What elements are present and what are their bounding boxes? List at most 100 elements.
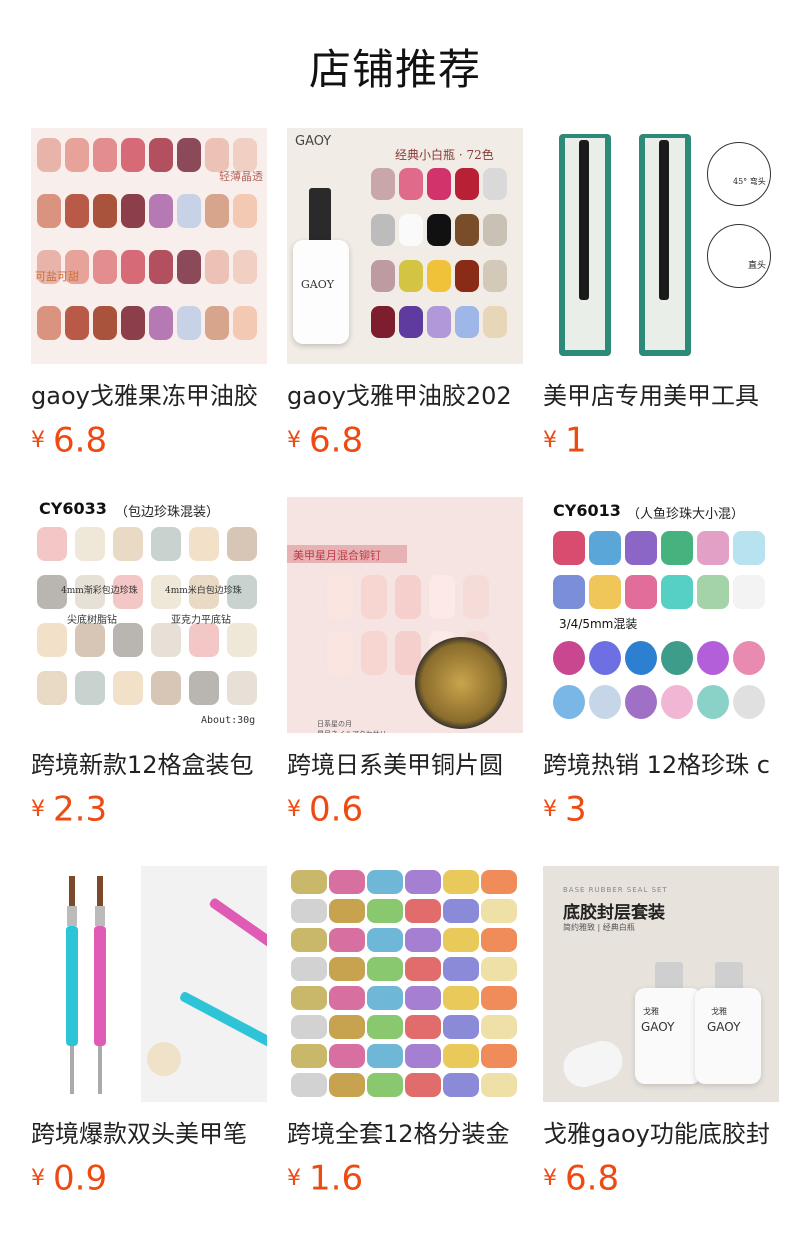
image-swatch: [189, 527, 219, 561]
image-swatch: [361, 631, 387, 675]
image-swatch: [367, 928, 403, 952]
image-swatch: [93, 250, 117, 284]
image-swatch: [483, 214, 507, 246]
image-swatch: [189, 671, 219, 705]
product-image[interactable]: CY6033 （包边珍珠混装） 4mm渐彩包边珍珠 4mm米白包边珍珠 尖底树脂…: [31, 497, 267, 733]
image-swatch: [329, 870, 365, 894]
image-swatch: [405, 899, 441, 923]
image-swatch: [481, 1073, 517, 1097]
image-swatch: [455, 214, 479, 246]
product-card[interactable]: 跨境爆款双头美甲笔 ¥0.9: [31, 866, 267, 1199]
image-swatch: [121, 194, 145, 228]
image-swatch: [405, 957, 441, 981]
image-swatch: [399, 168, 423, 200]
image-swatch: [481, 928, 517, 952]
image-swatch: [405, 870, 441, 894]
image-swatch: [37, 138, 61, 172]
image-swatch: [291, 986, 327, 1010]
image-swatch: [149, 138, 173, 172]
image-swatch: [37, 306, 61, 340]
product-image[interactable]: [287, 866, 523, 1102]
image-swatch: [37, 671, 67, 705]
image-swatch: [589, 531, 621, 565]
image-swatch: [205, 250, 229, 284]
product-card[interactable]: 45° 弯头 直头 美甲店专用美甲工具 ¥1: [543, 128, 779, 461]
image-swatch: [121, 250, 145, 284]
product-card[interactable]: 轻薄晶透 可盐可甜 gaoy戈雅果冻甲油胶 ¥6.8: [31, 128, 267, 461]
product-card[interactable]: CY6033 （包边珍珠混装） 4mm渐彩包边珍珠 4mm米白包边珍珠 尖底树脂…: [31, 497, 267, 830]
image-swatch: [329, 957, 365, 981]
product-card[interactable]: 美甲星月混合铆钉 日系星の月 星月ネイルアクセサリー 跨境日系美甲铜片圆 ¥0.…: [287, 497, 523, 830]
image-swatch: [371, 168, 395, 200]
product-image[interactable]: CY6013 （人鱼珍珠大小混） 3/4/5mm混装: [543, 497, 779, 733]
image-swatch: [327, 575, 353, 619]
product-card[interactable]: CY6013 （人鱼珍珠大小混） 3/4/5mm混装 跨境热销 12格珍珠 c …: [543, 497, 779, 830]
image-swatch: [443, 928, 479, 952]
image-swatch: [75, 527, 105, 561]
product-card[interactable]: GAOY 经典小白瓶 · 72色 GAOY gaoy戈雅甲油胶202 ¥6.8: [287, 128, 523, 461]
bottle-brand: GAOY: [641, 1020, 675, 1034]
image-label: 4mm渐彩包边珍珠: [61, 586, 138, 596]
image-swatch: [455, 306, 479, 338]
image-swatch: [405, 1073, 441, 1097]
product-name[interactable]: gaoy戈雅果冻甲油胶: [31, 382, 267, 410]
image-swatch: [589, 575, 621, 609]
image-swatch: [75, 671, 105, 705]
image-swatch: [291, 1015, 327, 1039]
image-swatch: [625, 575, 657, 609]
image-swatch: [329, 899, 365, 923]
image-swatch: [427, 260, 451, 292]
image-swatch: [329, 1073, 365, 1097]
product-name[interactable]: 跨境爆款双头美甲笔: [31, 1120, 267, 1148]
image-swatch: [329, 928, 365, 952]
product-name[interactable]: 跨境新款12格盒装包: [31, 751, 267, 779]
image-swatch: [367, 957, 403, 981]
image-label-bend: 45° 弯头: [733, 177, 766, 186]
image-swatch: [405, 986, 441, 1010]
image-swatch: [455, 260, 479, 292]
image-swatch: [427, 214, 451, 246]
image-swatch: [553, 641, 585, 675]
image-swatch: [371, 306, 395, 338]
image-swatch: [327, 631, 353, 675]
image-swatch: [553, 531, 585, 565]
product-name[interactable]: 跨境全套12格分装金: [287, 1120, 523, 1148]
image-swatch: [149, 194, 173, 228]
image-label-straight: 直头: [748, 261, 767, 271]
image-swatch: [367, 1073, 403, 1097]
product-image[interactable]: BASE RUBBER SEAL SET 底胶封层套装 简约雅致 | 经典白瓶 …: [543, 866, 779, 1102]
product-image[interactable]: 45° 弯头 直头: [543, 128, 779, 364]
product-card[interactable]: BASE RUBBER SEAL SET 底胶封层套装 简约雅致 | 经典白瓶 …: [543, 866, 779, 1199]
image-swatch: [371, 260, 395, 292]
product-name[interactable]: 美甲店专用美甲工具: [543, 382, 779, 410]
image-swatch: [429, 575, 455, 619]
image-swatch: [589, 641, 621, 675]
image-swatch: [661, 531, 693, 565]
image-swatch: [227, 671, 257, 705]
product-card[interactable]: 跨境全套12格分装金 ¥1.6: [287, 866, 523, 1199]
image-swatch: [463, 575, 489, 619]
image-swatch: [443, 899, 479, 923]
image-swatch: [733, 641, 765, 675]
image-swatch: [121, 306, 145, 340]
image-swatch: [553, 685, 585, 719]
image-swatch: [399, 260, 423, 292]
product-name[interactable]: 戈雅gaoy功能底胶封: [543, 1120, 779, 1148]
image-badge-top: 轻薄晶透: [219, 170, 263, 183]
product-image[interactable]: 美甲星月混合铆钉 日系星の月 星月ネイルアクセサリー: [287, 497, 523, 733]
product-price: ¥0.6: [287, 789, 364, 830]
product-image[interactable]: GAOY 经典小白瓶 · 72色 GAOY: [287, 128, 523, 364]
image-label: 尖底树脂钻: [67, 615, 117, 626]
product-name[interactable]: 跨境热销 12格珍珠 c: [543, 751, 779, 779]
image-subtitle: （人鱼珍珠大小混）: [627, 507, 745, 522]
product-image[interactable]: 轻薄晶透 可盐可甜: [31, 128, 267, 364]
image-swatch: [395, 575, 421, 619]
product-name[interactable]: gaoy戈雅甲油胶202: [287, 382, 523, 410]
image-swatch: [405, 928, 441, 952]
product-name[interactable]: 跨境日系美甲铜片圆: [287, 751, 523, 779]
image-swatch: [733, 685, 765, 719]
image-swatch: [329, 1044, 365, 1068]
image-swatch: [113, 527, 143, 561]
product-image[interactable]: [31, 866, 267, 1102]
image-swatch: [177, 194, 201, 228]
